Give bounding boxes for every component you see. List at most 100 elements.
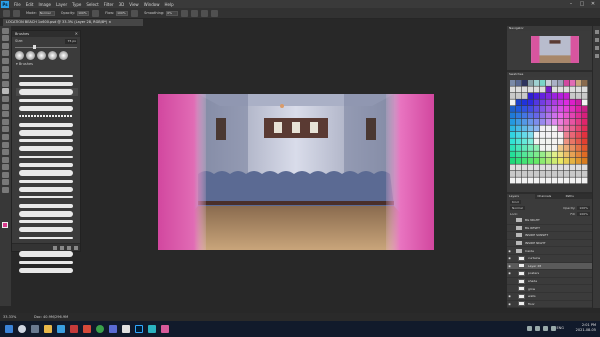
color-swatch[interactable] bbox=[516, 138, 522, 145]
color-swatch[interactable] bbox=[528, 112, 534, 119]
recent-brush-2[interactable] bbox=[26, 51, 35, 60]
task-view-icon[interactable] bbox=[31, 325, 39, 333]
color-swatch[interactable] bbox=[576, 106, 582, 112]
properties-icon[interactable] bbox=[594, 38, 599, 42]
color-swatch[interactable] bbox=[522, 106, 528, 112]
move-tool-icon[interactable] bbox=[2, 27, 9, 34]
color-swatch[interactable] bbox=[546, 119, 552, 125]
color-swatch[interactable] bbox=[516, 106, 522, 112]
gradient-tool-icon[interactable] bbox=[2, 118, 9, 125]
color-swatch[interactable] bbox=[552, 119, 558, 125]
mail-icon[interactable] bbox=[57, 325, 65, 333]
color-swatch[interactable] bbox=[570, 99, 576, 106]
color-swatch[interactable] bbox=[552, 151, 558, 158]
color-swatch[interactable] bbox=[564, 125, 570, 132]
layer-row[interactable]: ◉ curtains bbox=[507, 255, 592, 263]
color-swatch[interactable] bbox=[516, 132, 522, 138]
zoom-level[interactable]: 33.33% bbox=[3, 315, 16, 319]
photoshop-taskbar-icon[interactable] bbox=[135, 325, 143, 333]
color-swatch[interactable] bbox=[564, 138, 570, 145]
color-swatch[interactable] bbox=[546, 125, 552, 132]
brush-preset-item[interactable] bbox=[16, 121, 78, 129]
color-swatch[interactable] bbox=[576, 151, 582, 158]
pressure-size-icon[interactable] bbox=[201, 9, 209, 17]
menu-type[interactable]: Type bbox=[72, 2, 81, 7]
color-swatch[interactable] bbox=[570, 138, 576, 145]
tab-channels[interactable]: Channels bbox=[535, 194, 564, 199]
layer-row[interactable]: ◉ walls bbox=[507, 293, 592, 301]
color-swatch[interactable] bbox=[516, 171, 522, 177]
color-swatch[interactable] bbox=[540, 80, 546, 86]
brush-preset-item[interactable] bbox=[16, 153, 78, 161]
tab-paths[interactable]: Paths bbox=[563, 194, 592, 199]
color-swatch[interactable] bbox=[522, 138, 528, 145]
menu-layer[interactable]: Layer bbox=[56, 2, 67, 7]
color-swatch[interactable] bbox=[510, 145, 516, 151]
shape-tool-icon[interactable] bbox=[2, 164, 9, 171]
brush-preset-item[interactable] bbox=[16, 96, 78, 104]
brush-preset-item[interactable] bbox=[16, 112, 78, 120]
color-swatch[interactable] bbox=[528, 151, 534, 158]
blend-mode-select[interactable]: Normal bbox=[510, 206, 525, 210]
airbrush-icon[interactable] bbox=[131, 9, 139, 17]
brush-preset-item[interactable] bbox=[16, 80, 78, 88]
color-swatch[interactable] bbox=[510, 138, 516, 145]
gear-icon[interactable] bbox=[181, 9, 189, 17]
color-swatch[interactable] bbox=[564, 177, 570, 184]
color-swatch[interactable] bbox=[516, 80, 522, 86]
crop-tool-icon[interactable] bbox=[2, 57, 9, 64]
color-swatch[interactable] bbox=[516, 177, 522, 184]
color-swatch[interactable] bbox=[546, 93, 552, 99]
color-swatch[interactable] bbox=[510, 171, 516, 177]
libraries-icon[interactable] bbox=[594, 54, 599, 58]
color-swatch[interactable] bbox=[558, 106, 564, 112]
tab-navigator[interactable]: Navigator bbox=[507, 26, 592, 31]
foreground-color-swatch[interactable] bbox=[2, 222, 8, 228]
layer-opacity-field[interactable]: 100% bbox=[577, 206, 590, 210]
app-teal-icon[interactable] bbox=[148, 325, 156, 333]
color-swatch[interactable] bbox=[546, 158, 552, 164]
color-swatch[interactable] bbox=[558, 80, 564, 86]
color-swatch[interactable] bbox=[516, 145, 522, 151]
color-swatch[interactable] bbox=[534, 158, 540, 164]
color-swatch[interactable] bbox=[564, 158, 570, 164]
color-swatch[interactable] bbox=[534, 80, 540, 86]
color-swatch[interactable] bbox=[546, 112, 552, 119]
more-tools-icon[interactable] bbox=[2, 187, 9, 194]
color-swatch[interactable] bbox=[552, 145, 558, 151]
color-swatch[interactable] bbox=[582, 151, 588, 158]
color-swatch[interactable] bbox=[582, 125, 588, 132]
brush-view-icon[interactable] bbox=[53, 245, 57, 250]
maximize-button[interactable]: □ bbox=[577, 0, 587, 8]
color-swatch[interactable] bbox=[528, 93, 534, 99]
brush-tool-preset-icon[interactable] bbox=[3, 9, 10, 17]
color-swatch[interactable] bbox=[552, 158, 558, 164]
color-swatch[interactable] bbox=[564, 132, 570, 138]
color-swatch[interactable] bbox=[522, 80, 528, 86]
discord-icon[interactable] bbox=[109, 325, 117, 333]
color-swatch[interactable] bbox=[510, 164, 516, 171]
color-swatch[interactable] bbox=[522, 93, 528, 99]
color-swatch[interactable] bbox=[570, 119, 576, 125]
color-swatch[interactable] bbox=[570, 93, 576, 99]
brush-preset-item[interactable] bbox=[16, 145, 78, 153]
path-select-tool-icon[interactable] bbox=[2, 156, 9, 163]
smoothing-field[interactable]: 0% bbox=[166, 10, 179, 16]
color-swatch[interactable] bbox=[540, 106, 546, 112]
color-swatch[interactable] bbox=[522, 171, 528, 177]
menu-edit[interactable]: Edit bbox=[26, 2, 34, 7]
color-swatch[interactable] bbox=[534, 145, 540, 151]
visibility-eye-icon[interactable]: ◉ bbox=[507, 294, 512, 298]
color-swatch[interactable] bbox=[582, 158, 588, 164]
color-swatch[interactable] bbox=[540, 93, 546, 99]
color-swatch[interactable] bbox=[546, 151, 552, 158]
color-swatch[interactable] bbox=[558, 93, 564, 99]
brush-preset-item[interactable] bbox=[16, 88, 78, 97]
brush-preset-item[interactable] bbox=[16, 202, 78, 210]
brush-preset-item[interactable] bbox=[16, 266, 78, 274]
color-swatch[interactable] bbox=[522, 145, 528, 151]
color-swatch[interactable] bbox=[576, 158, 582, 164]
color-swatch[interactable] bbox=[576, 112, 582, 119]
zoom-tool-icon[interactable] bbox=[2, 179, 9, 186]
layer-row[interactable]: glow bbox=[507, 285, 592, 293]
